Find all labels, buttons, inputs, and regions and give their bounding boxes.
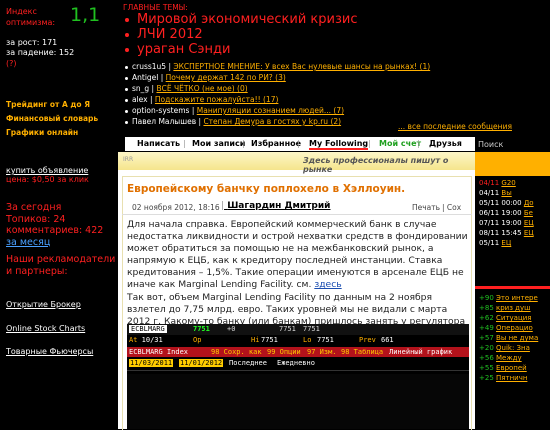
terminal-chart-area bbox=[127, 374, 469, 429]
link-trading[interactable]: Трейдинг от А до Я bbox=[6, 98, 98, 112]
nav-my-posts[interactable]: Мои записи bbox=[192, 139, 245, 148]
recent-feed: cruss1u5 | ЭКСПЕРТНОЕ МНЕНИЕ: У всех Вас… bbox=[123, 61, 478, 127]
top-post[interactable]: +20 Quik: Зна bbox=[479, 343, 538, 353]
buy-ad-link[interactable]: купить объявление bbox=[6, 166, 88, 175]
article-area: IRR Здесь профессионалы пишут о рынке Ев… bbox=[118, 152, 475, 430]
top-post[interactable]: +56 Между bbox=[479, 353, 538, 363]
comments-count: комментариев: 422 bbox=[6, 225, 104, 236]
top-post[interactable]: +49 Операцио bbox=[479, 323, 538, 333]
partner-futures[interactable]: Товарные Фьючерсы bbox=[6, 347, 93, 356]
article-date: 02 ноября 2012, 18:16 bbox=[132, 203, 220, 212]
optimism-value: 1,1 bbox=[70, 4, 101, 26]
left-sidebar: Индекс оптимизма: 1,1 за рост: 171 за па… bbox=[0, 0, 118, 429]
terminal-change: +0 bbox=[227, 325, 236, 333]
nav-friends[interactable]: Друзья bbox=[429, 139, 462, 148]
ad-price: цена: $0,50 за клик bbox=[6, 175, 89, 184]
advertisers-heading: Наши рекламодатели и партнеры: bbox=[6, 254, 116, 277]
event-row[interactable]: 04/11 G20 bbox=[479, 178, 534, 188]
event-row[interactable]: 06/11 19:00 Бе bbox=[479, 208, 534, 218]
today-label: За сегодня bbox=[6, 202, 62, 213]
feed-item[interactable]: sn_g | ВСЁ ЧЁТКО (не мое) (0) bbox=[123, 83, 478, 94]
all-messages-link[interactable]: ... все последние сообщения bbox=[398, 122, 512, 131]
top-post[interactable]: +90 Это интере bbox=[479, 293, 538, 303]
feed-item[interactable]: cruss1u5 | ЭКСПЕРТНОЕ МНЕНИЕ: У всех Вас… bbox=[123, 61, 478, 72]
event-row[interactable]: 07/11 19:00 ЕЦ bbox=[479, 218, 534, 228]
search-label[interactable]: Поиск bbox=[478, 140, 503, 149]
terminal-field: 7751 bbox=[279, 325, 296, 333]
bullet-icon bbox=[125, 17, 129, 22]
nav-account[interactable]: Мой счет bbox=[379, 139, 421, 148]
top-post[interactable]: +85 криз душ bbox=[479, 303, 538, 313]
link-dictionary[interactable]: Финансовый словарь bbox=[6, 112, 98, 126]
nav-favorites[interactable]: Избранное bbox=[251, 139, 301, 148]
optimism-label: Индекс оптимизма: bbox=[6, 7, 56, 27]
link-charts[interactable]: Графики онлайн bbox=[6, 126, 98, 140]
partner-otkritie[interactable]: Открытие Брокер bbox=[6, 300, 81, 309]
nav-write[interactable]: Написать bbox=[137, 139, 180, 148]
print-link[interactable]: Печать bbox=[412, 203, 440, 212]
feed-item[interactable]: option-systems | Манипуляции сознанием л… bbox=[123, 105, 478, 116]
month-link[interactable]: за месяц bbox=[6, 237, 103, 249]
top-post[interactable]: +55 Европей bbox=[479, 363, 538, 373]
event-row[interactable]: 05/11 ЕЦ bbox=[479, 238, 534, 248]
terminal-value: 7751 bbox=[193, 325, 210, 333]
event-row[interactable]: 08/11 15:45 ЕЦ bbox=[479, 228, 534, 238]
event-row[interactable]: 05/11 00:00 До bbox=[479, 198, 534, 208]
growth-label: за рост: bbox=[6, 38, 40, 47]
promo-banner[interactable]: IRR Здесь профессионалы пишут о рынке bbox=[118, 152, 475, 174]
here-link[interactable]: здесь bbox=[314, 279, 341, 290]
topic-sandy[interactable]: ураган Сэнди bbox=[123, 42, 358, 57]
bullet-icon bbox=[125, 32, 129, 37]
terminal-screenshot: ECBLMARG 7751 +0 7751 7751 At 10/31 Op H… bbox=[127, 324, 469, 429]
main-topics-label: ГЛАВНЫЕ ТЕМЫ: bbox=[123, 3, 188, 12]
main-nav: Написать | Мои записи | Избранное | My F… bbox=[125, 137, 475, 151]
topic-crisis[interactable]: Мировой экономический кризис bbox=[123, 12, 358, 27]
save-link[interactable]: | Сох bbox=[442, 203, 461, 212]
event-row[interactable]: 04/11 Вы bbox=[479, 188, 534, 198]
terminal-field: 7751 bbox=[303, 325, 320, 333]
growth-value: 171 bbox=[41, 38, 58, 47]
topic-lchi[interactable]: ЛЧИ 2012 bbox=[123, 27, 358, 42]
top-post[interactable]: +62 Ситуация bbox=[479, 313, 538, 323]
author-link[interactable]: | Шагардин Дмитрий bbox=[221, 201, 330, 211]
top-post[interactable]: +57 Вы не дума bbox=[479, 333, 538, 343]
feed-item[interactable]: Antigel | Почему держат 142 по РИ? (3) bbox=[123, 72, 478, 83]
fall-label: за падение: bbox=[6, 48, 57, 57]
right-panel: 04/11 G20 04/11 Вы 05/11 00:00 До 06/11 … bbox=[475, 176, 550, 429]
bullet-icon bbox=[125, 47, 129, 52]
article-title[interactable]: Европейскому банчку поплохело в Хэллоуин… bbox=[127, 183, 405, 195]
top-post[interactable]: +25 Пятничн bbox=[479, 373, 538, 383]
article-paragraph-1: Для начала справка. Европейский коммерче… bbox=[127, 219, 468, 290]
feed-item[interactable]: alex | Подскажите пожалуйста!! (17) bbox=[123, 94, 478, 105]
partner-stockcharts[interactable]: Online Stock Charts bbox=[6, 324, 85, 333]
topics-count: Топиков: 24 bbox=[6, 213, 66, 225]
terminal-ticker: ECBLMARG bbox=[129, 325, 167, 333]
fall-value: 152 bbox=[58, 48, 75, 57]
nav-following[interactable]: My Following bbox=[309, 139, 369, 150]
help-link[interactable]: (?) bbox=[6, 59, 17, 68]
